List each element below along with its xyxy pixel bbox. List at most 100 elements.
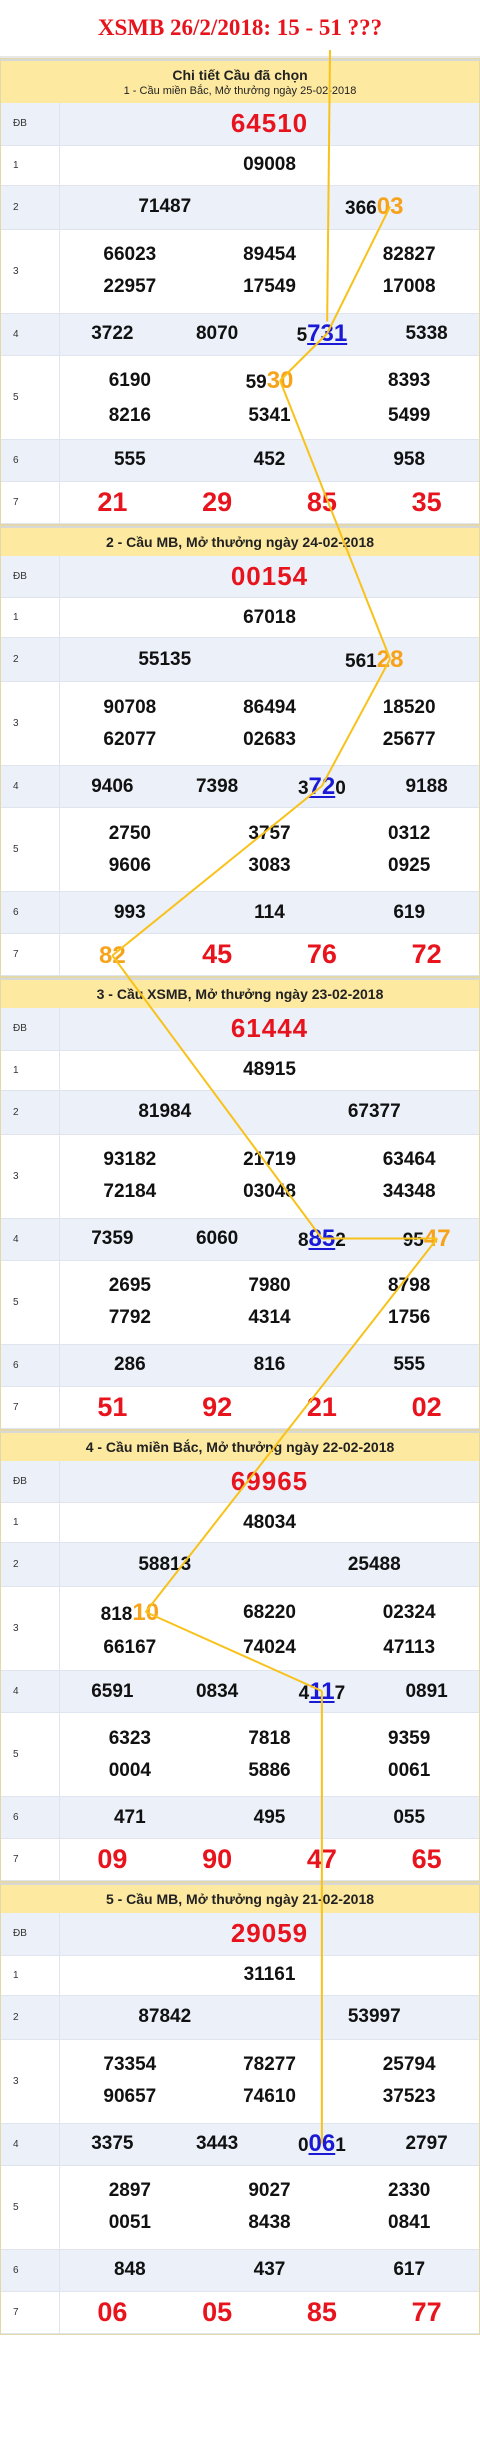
prize-label: 3 [1,1134,60,1219]
prize-number: 3083 [248,854,291,876]
prize-row: 1 48915 [1,1050,479,1091]
prize-row: ĐB 00154 [1,555,479,598]
prize-label: 3 [1,681,60,766]
prize-number: 72 [411,939,442,969]
prize-label: 5 [1,355,60,440]
prize-row: 1 31161 [1,1955,479,1996]
prize-number: 8798 [388,1275,431,1296]
prize-row: ĐB 61444 [1,1008,479,1051]
prize-number: 25488 [347,1553,401,1575]
prize-row: 3 81810 68220 02324 66167 74024 47113 [1,1586,479,1671]
prize-number: 8070 [195,323,239,344]
prize-number: 21 [306,1391,337,1422]
board-heading-text: 5 - Cầu MB, Mở thưởng ngày 21-02-2018 [105,1891,375,1907]
prize-label: 7 [1,481,60,524]
prize-number: 85 [306,486,337,517]
prize-row: 4 3722 8070 5731 5338 [1,313,479,356]
highlighted-digits: 47 [423,1225,451,1252]
prize-number: 02324 [382,1601,436,1623]
prize-number: 63464 [382,1149,436,1170]
prize-number: 6591 [91,1680,134,1702]
prize-number: 47113 [383,1636,436,1658]
prize-number: 48915 [243,1059,296,1080]
prize-number: 74610 [243,2086,296,2107]
prize-row: 2 58813 25488 [1,1542,479,1587]
prize-label: 6 [1,439,60,482]
prize-number: 816 [253,1354,286,1375]
prize-label: 6 [1,2249,60,2292]
prize-label: 7 [1,933,60,976]
prize-number: 45 [202,939,233,969]
prize-number: 3757 [248,822,291,844]
prize-number: 74024 [243,1636,296,1658]
prize-number: 00154 [230,560,309,591]
board-heading: Chi tiết Cầu đã chọn 1 - Cầu miền Bắc, Mở… [1,59,479,103]
prize-row: 6 848 437 617 [1,2249,479,2292]
prize-label: 4 [1,1670,60,1713]
prize-row: 7 82 45 76 72 [1,933,479,976]
prize-number: 18520 [382,696,436,718]
prize-number: 7359 [91,1228,134,1249]
prize-number: 69965 [230,1465,309,1496]
prize-label: 1 [1,145,60,186]
prize-number: 25677 [382,728,436,750]
prize-number: 82827 [382,244,436,265]
prize-label: 4 [1,765,60,808]
prize-label: 4 [1,2123,60,2166]
prize-row: 3 66023 89454 82827 22957 17549 17008 [1,229,479,314]
prize-row: 5 2695 7980 8798 7792 4314 1756 [1,1260,479,1345]
prize-row: 7 51 92 21 02 [1,1386,479,1429]
prize-number: 5930 [245,367,294,394]
prize-number: 02683 [243,728,296,750]
prize-number: 17008 [382,276,436,297]
prize-number: 67018 [243,606,296,628]
prize-label: 3 [1,2039,60,2124]
prize-row: 5 2897 9027 2330 0051 8438 0841 [1,2165,479,2250]
board-heading: 2 - Cầu MB, Mở thưởng ngày 24-02-2018 [1,525,479,556]
prize-label: 1 [1,597,60,638]
prize-row: 2 81984 67377 [1,1090,479,1135]
prize-row: 5 6190 5930 8393 8216 5341 5499 [1,355,479,440]
prize-number: 3720 [297,772,346,800]
prize-number: 53997 [347,2006,401,2027]
prize-number: 93182 [103,1149,157,1170]
prize-number: 3375 [91,2133,134,2154]
prize-number: 3722 [91,323,134,344]
prize-number: 114 [254,901,285,923]
prize-label: 4 [1,1218,60,1261]
prize-label: 1 [1,1050,60,1091]
prize-number: 9406 [91,775,134,797]
prize-number: 05 [202,2296,233,2327]
prize-number: 09 [97,1844,128,1874]
prize-number: 65 [411,1844,442,1874]
highlighted-digits: 30 [266,367,294,394]
highlighted-digits: 85 [308,1225,336,1252]
prize-number: 7398 [195,775,239,797]
prize-row: 4 9406 7398 3720 9188 [1,765,479,808]
prize-number: 9027 [248,2180,291,2201]
prize-number: 4314 [248,1307,291,1328]
prize-label: ĐB [1,103,60,146]
prize-number: 0312 [388,822,431,844]
prize-number: 37523 [382,2086,436,2107]
prize-label: ĐB [1,1460,60,1503]
prize-number: 09008 [243,154,296,175]
prize-row: 5 2750 3757 0312 9606 3083 0925 [1,807,479,892]
prize-row: 2 87842 53997 [1,1995,479,2040]
prize-number: 72184 [103,1181,157,1202]
prize-number: 9359 [388,1727,431,1749]
prize-row: 6 286 816 555 [1,1344,479,1387]
prize-number: 437 [253,2259,286,2280]
prize-number: 85 [306,2296,337,2327]
prize-label: 3 [1,1586,60,1671]
prize-number: 0051 [108,2212,151,2233]
prize-number: 8438 [248,2212,291,2233]
prize-row: 3 90708 86494 18520 62077 02683 25677 [1,681,479,766]
prize-number: 02 [411,1391,442,1422]
board-heading-text: 3 - Cầu XSMB, Mở thưởng ngày 23-02-2018 [96,986,384,1002]
prize-number: 2750 [108,822,151,844]
prize-number: 2797 [405,2133,448,2154]
prize-number: 68220 [243,1601,296,1623]
prize-number: 471 [113,1806,146,1828]
prize-number: 21719 [243,1149,296,1170]
